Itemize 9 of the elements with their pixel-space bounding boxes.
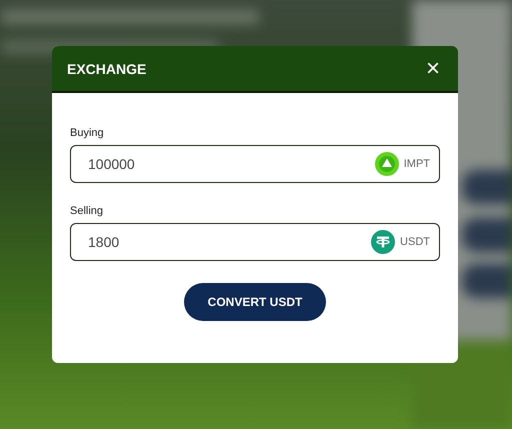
currency-label: IMPT — [404, 158, 430, 170]
tether-coin-icon — [371, 230, 396, 254]
field-label: Buying — [70, 127, 104, 139]
convert-button[interactable]: CONVERT USDT — [184, 283, 326, 321]
field-label: Selling — [70, 205, 104, 217]
triangle-coin-icon — [374, 152, 399, 176]
currency-label: USDT — [400, 236, 430, 248]
dialog-title: EXCHANGE — [67, 60, 146, 76]
close-button[interactable]: × — [424, 56, 442, 80]
